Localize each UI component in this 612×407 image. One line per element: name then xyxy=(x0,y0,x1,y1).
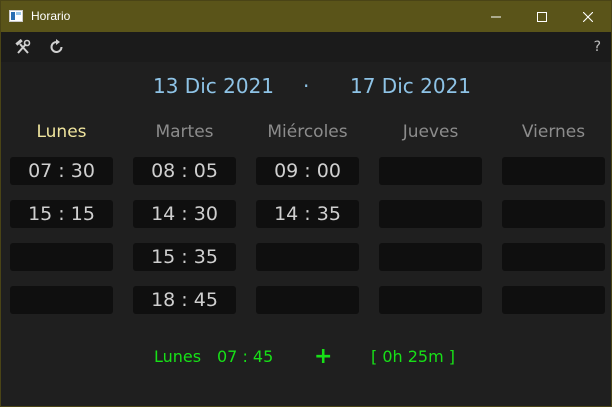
summary-time: 07 : 45 xyxy=(217,347,274,366)
time-slot[interactable]: 09 : 00 xyxy=(256,157,359,185)
day-header-viernes: Viernes xyxy=(521,122,586,142)
time-slot[interactable] xyxy=(502,286,605,314)
start-date[interactable]: 13 Dic 2021 xyxy=(153,74,274,98)
day-header-miercoles: Miércoles xyxy=(267,122,348,142)
time-slot[interactable] xyxy=(502,200,605,228)
summary-footer: Lunes 07 : 45 + [ 0h 25m ] xyxy=(1,344,611,369)
time-slot[interactable]: 14 : 30 xyxy=(133,200,236,228)
time-slot[interactable] xyxy=(379,157,482,185)
app-window: Horario ? 13 Dic 2021 · 17 Dic 2021 Lune… xyxy=(0,0,612,407)
title-bar[interactable]: Horario xyxy=(1,1,611,32)
time-slot[interactable]: 15 : 35 xyxy=(133,243,236,271)
time-slot[interactable]: 08 : 05 xyxy=(133,157,236,185)
time-slot[interactable] xyxy=(502,243,605,271)
tools-button[interactable] xyxy=(13,37,33,57)
time-slot[interactable] xyxy=(256,243,359,271)
time-slot[interactable] xyxy=(379,243,482,271)
time-slot[interactable]: 14 : 35 xyxy=(256,200,359,228)
refresh-icon xyxy=(50,39,63,53)
minimize-icon xyxy=(491,16,501,17)
time-slot[interactable] xyxy=(10,286,113,314)
maximize-button[interactable] xyxy=(519,1,565,32)
time-slot[interactable] xyxy=(256,286,359,314)
time-slot[interactable] xyxy=(502,157,605,185)
end-date[interactable]: 17 Dic 2021 xyxy=(350,74,471,98)
time-slot[interactable] xyxy=(379,286,482,314)
toolbar: ? xyxy=(1,32,611,62)
summary-day: Lunes xyxy=(154,347,202,366)
summary-difference: [ 0h 25m ] xyxy=(371,347,456,366)
hammer-wrench-icon xyxy=(15,39,31,54)
refresh-button[interactable] xyxy=(47,37,67,57)
time-slot[interactable]: 15 : 15 xyxy=(10,200,113,228)
maximize-icon xyxy=(537,11,547,22)
close-button[interactable] xyxy=(565,1,611,32)
app-icon xyxy=(9,10,23,22)
time-slot[interactable]: 18 : 45 xyxy=(133,286,236,314)
day-header-martes: Martes xyxy=(155,122,214,142)
time-slot[interactable]: 07 : 30 xyxy=(10,157,113,185)
close-icon xyxy=(583,11,593,22)
time-slot[interactable] xyxy=(379,200,482,228)
day-header-lunes: Lunes xyxy=(36,122,87,142)
day-header-jueves: Jueves xyxy=(402,122,459,142)
help-button[interactable]: ? xyxy=(594,39,601,55)
time-slot[interactable] xyxy=(10,243,113,271)
date-separator: · xyxy=(303,74,310,98)
minimize-button[interactable] xyxy=(473,1,519,32)
date-range: 13 Dic 2021 · 17 Dic 2021 xyxy=(1,74,611,102)
plus-icon[interactable]: + xyxy=(314,344,332,369)
window-title: Horario xyxy=(31,9,71,23)
